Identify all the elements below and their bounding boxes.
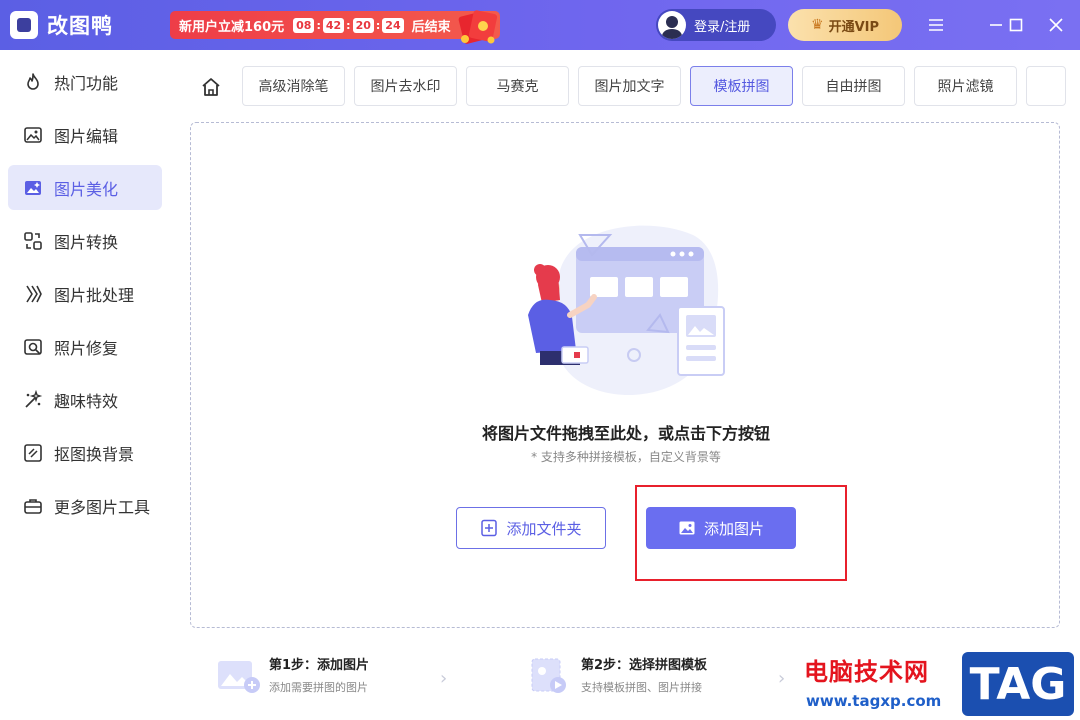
sidebar-item-more-tools[interactable]: 更多图片工具 (8, 483, 162, 528)
tab-template-collage[interactable]: 模板拼图 (690, 66, 793, 106)
drop-zone-subtitle: * 支持多种拼接模板，自定义背景等 (531, 450, 721, 464)
sparkle-icon (22, 389, 44, 411)
tab-more[interactable] (1026, 66, 1066, 106)
image-beautify-icon (22, 177, 44, 199)
menu-icon[interactable] (916, 0, 956, 50)
upload-illustration (528, 225, 725, 395)
home-icon[interactable] (200, 76, 222, 98)
tab-eraser[interactable]: 高级消除笔 (242, 66, 345, 106)
step-1-desc: 添加需要拼图的图片 (269, 681, 368, 694)
add-image-step-icon (218, 660, 260, 693)
step-2-title: 第2步：选择拼图模板 (581, 658, 708, 673)
sidebar-item-label: 更多图片工具 (54, 497, 151, 517)
sidebar-item-label: 图片批处理 (54, 285, 135, 305)
sidebar-item-beautify[interactable]: 图片美化 (8, 165, 162, 210)
add-folder-button[interactable]: 添加文件夹 (456, 507, 606, 549)
highlight-annotation-box (635, 485, 847, 581)
crown-icon: ♛ (811, 17, 824, 33)
step-2: 第2步：选择拼图模板 支持模板拼图、图片拼接 (528, 654, 707, 695)
sidebar-item-label: 趣味特效 (54, 391, 119, 411)
sidebar-item-label: 热门功能 (54, 73, 119, 93)
promo-suffix: 后结束 (411, 19, 451, 35)
sidebar-item-label: 图片美化 (54, 179, 119, 199)
step-1-title: 第1步：添加图片 (269, 658, 370, 673)
red-packet-icon[interactable] (455, 6, 501, 46)
avatar (658, 11, 686, 39)
tab-mosaic[interactable]: 马赛克 (466, 66, 569, 106)
chevron-right-icon: › (440, 668, 448, 689)
app-name: 改图鸭 (47, 14, 113, 38)
step-1: 第1步：添加图片 添加需要拼图的图片 (216, 654, 369, 695)
sidebar-item-label: 图片编辑 (54, 126, 119, 146)
close-icon[interactable] (1036, 0, 1076, 50)
sidebar-item-hot[interactable]: 热门功能 (8, 59, 162, 104)
batch-icon (22, 283, 44, 305)
watermark-url: www.tagxp.com (806, 692, 942, 710)
repair-icon (22, 336, 44, 358)
sidebar: 热门功能 图片编辑 图片美化 图片转换 图片批处理 照片修复 趣味特效 抠图换背… (0, 50, 170, 720)
step-2-desc: 支持模板拼图、图片拼接 (581, 681, 702, 694)
vip-button[interactable]: ♛ 开通VIP (788, 9, 902, 41)
countdown-seconds: 24 (382, 17, 404, 33)
drop-zone-title: 将图片文件拖拽至此处，或点击下方按钮 (481, 424, 770, 443)
sidebar-item-label: 抠图换背景 (54, 444, 135, 464)
tab-add-text[interactable]: 图片加文字 (578, 66, 681, 106)
drop-zone[interactable]: 将图片文件拖拽至此处，或点击下方按钮 * 支持多种拼接模板，自定义背景等 添加文… (190, 122, 1060, 628)
sidebar-item-batch[interactable]: 图片批处理 (8, 271, 162, 316)
convert-icon (22, 230, 44, 252)
sidebar-item-repair[interactable]: 照片修复 (8, 324, 162, 369)
sidebar-item-convert[interactable]: 图片转换 (8, 218, 162, 263)
sidebar-item-label: 照片修复 (54, 338, 119, 358)
sidebar-item-label: 图片转换 (54, 232, 119, 252)
app-logo: 改图鸭 (10, 10, 113, 40)
main-panel: 高级消除笔 图片去水印 马赛克 图片加文字 模板拼图 自由拼图 照片滤镜 将图片… (170, 50, 1080, 720)
sidebar-item-effects[interactable]: 趣味特效 (8, 377, 162, 422)
promo-banner[interactable]: 新用户立减160元 08: 42: 20: 24 后结束 (170, 11, 500, 39)
fire-icon (22, 71, 44, 93)
watermark-site-name: 电脑技术网 (804, 658, 929, 686)
add-folder-label: 添加文件夹 (506, 519, 582, 538)
title-bar: 改图鸭 新用户立减160元 08: 42: 20: 24 后结束 登录/注册 ♛… (0, 0, 1080, 50)
countdown-hours: 42 (322, 17, 345, 33)
sidebar-item-image-edit[interactable]: 图片编辑 (8, 112, 162, 157)
promo-text: 新用户立减160元 (179, 19, 285, 35)
chevron-right-icon: › (778, 668, 786, 689)
tab-free-collage[interactable]: 自由拼图 (802, 66, 905, 106)
image-edit-icon (22, 124, 44, 146)
toolbox-icon (22, 495, 44, 517)
add-file-icon (480, 519, 498, 537)
template-step-icon (531, 658, 566, 693)
countdown-days: 08 (293, 17, 315, 33)
sidebar-item-cutout[interactable]: 抠图换背景 (8, 430, 162, 475)
countdown-minutes: 20 (352, 17, 374, 33)
login-label: 登录/注册 (694, 19, 751, 35)
watermark-tag-logo: TAG (962, 652, 1074, 716)
cutout-icon (22, 442, 44, 464)
tab-photo-filter[interactable]: 照片滤镜 (914, 66, 1017, 106)
site-watermark: 电脑技术网 www.tagxp.com TAG (794, 648, 1080, 720)
vip-label: 开通VIP (828, 19, 879, 35)
maximize-icon[interactable] (996, 0, 1036, 50)
tab-remove-watermark[interactable]: 图片去水印 (354, 66, 457, 106)
login-button[interactable]: 登录/注册 (656, 9, 776, 41)
app-logo-icon (10, 11, 38, 39)
